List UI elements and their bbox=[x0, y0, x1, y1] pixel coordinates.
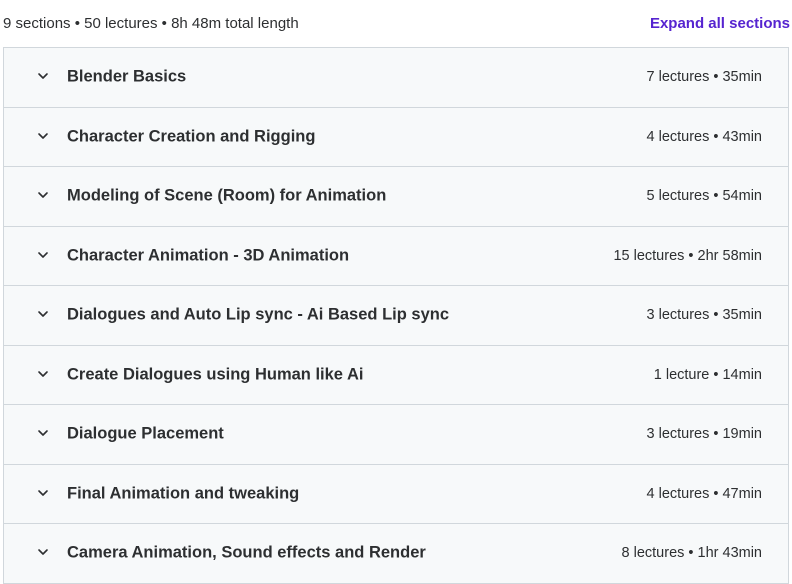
section-header[interactable]: Character Animation - 3D Animation 15 lec… bbox=[4, 226, 788, 286]
section-lecture-count: 5 lectures • 54min bbox=[646, 188, 763, 205]
section-header[interactable]: Camera Animation, Sound effects and Rend… bbox=[4, 524, 788, 584]
section-lecture-count: 1 lecture • 14min bbox=[653, 366, 762, 383]
section-header[interactable]: Dialogue Placement 3 lectures • 19min bbox=[4, 405, 788, 465]
section-title: Camera Animation, Sound effects and Rend… bbox=[67, 543, 426, 562]
section-lecture-count: 7 lectures • 35min bbox=[646, 69, 763, 86]
section-title: Character Creation and Rigging bbox=[67, 127, 316, 146]
section-title: Modeling of Scene (Room) for Animation bbox=[67, 186, 387, 205]
chevron-down-icon[interactable] bbox=[37, 368, 49, 380]
section-title: Dialogues and Auto Lip sync - Ai Based L… bbox=[67, 305, 450, 324]
section-lecture-count: 4 lectures • 43min bbox=[646, 128, 763, 145]
chevron-down-icon[interactable] bbox=[37, 308, 49, 320]
section-header[interactable]: Create Dialogues using Human like Ai 1 le… bbox=[4, 345, 788, 405]
section-title: Create Dialogues using Human like Ai bbox=[67, 365, 364, 384]
section-list: Blender Basics 7 lectures • 35min Characte… bbox=[3, 47, 789, 584]
section-title: Character Animation - 3D Animation bbox=[67, 246, 350, 265]
section-title: Final Animation and tweaking bbox=[67, 484, 300, 503]
section-title: Dialogue Placement bbox=[67, 424, 224, 443]
chevron-down-icon[interactable] bbox=[37, 546, 49, 558]
chevron-down-icon[interactable] bbox=[37, 130, 49, 142]
section-header[interactable]: Modeling of Scene (Room) for Animation 5 … bbox=[4, 167, 788, 227]
chevron-down-icon[interactable] bbox=[37, 189, 49, 201]
section-lecture-count: 3 lectures • 19min bbox=[646, 426, 763, 443]
course-summary: 9 sections • 50 lectures • 8h 48m total … bbox=[3, 15, 299, 32]
section-header[interactable]: Character Creation and Rigging 4 lectures… bbox=[4, 107, 788, 167]
chevron-down-icon[interactable] bbox=[37, 487, 49, 499]
curriculum-header: 9 sections • 50 lectures • 8h 48m total … bbox=[0, 0, 792, 48]
section-lecture-count: 8 lectures • 1hr 43min bbox=[621, 545, 762, 562]
section-header[interactable]: Dialogues and Auto Lip sync - Ai Based L… bbox=[4, 286, 788, 346]
expand-all-sections-button[interactable]: Expand all sections bbox=[650, 15, 790, 32]
section-title: Blender Basics bbox=[67, 67, 187, 86]
section-lecture-count: 15 lectures • 2hr 58min bbox=[613, 247, 762, 264]
chevron-down-icon[interactable] bbox=[37, 427, 49, 439]
section-lecture-count: 3 lectures • 35min bbox=[646, 307, 763, 324]
section-lecture-count: 4 lectures • 47min bbox=[646, 485, 763, 502]
section-header[interactable]: Blender Basics 7 lectures • 35min bbox=[4, 48, 788, 108]
chevron-down-icon[interactable] bbox=[37, 70, 49, 82]
section-header[interactable]: Final Animation and tweaking 4 lectures •… bbox=[4, 464, 788, 524]
chevron-down-icon[interactable] bbox=[37, 249, 49, 261]
